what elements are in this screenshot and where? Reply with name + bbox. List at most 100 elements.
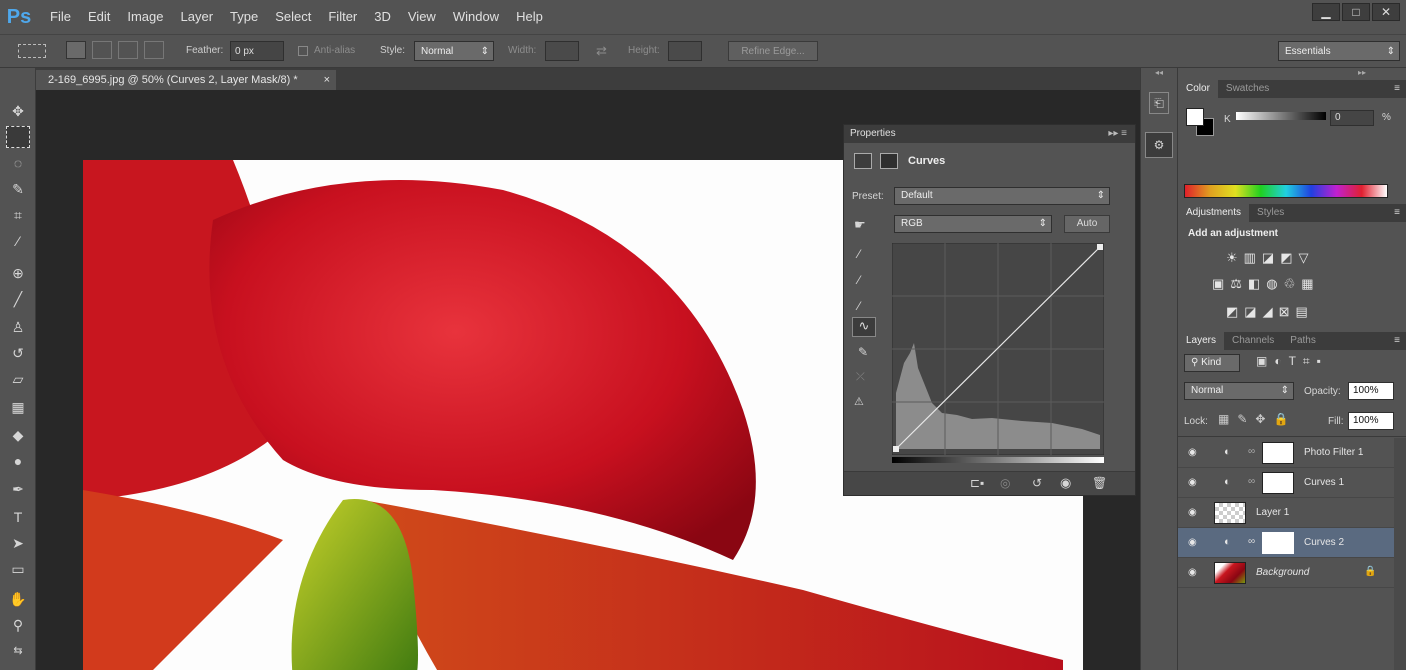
history-panel-icon[interactable]: ⎗ [1149, 92, 1169, 114]
new-selection-icon[interactable] [66, 41, 86, 59]
menu-edit[interactable]: Edit [80, 0, 119, 34]
panel-menu-icon[interactable]: ≡ [1394, 204, 1400, 222]
layers-scrollbar[interactable] [1394, 438, 1406, 670]
style-select[interactable]: Normal ⇕ [414, 41, 494, 61]
clipping-warning-icon[interactable]: ⚠ [854, 395, 864, 408]
menu-select[interactable]: Select [267, 0, 320, 34]
filter-kind-select[interactable]: ⚲ Kind [1184, 354, 1240, 372]
layer-row-photo-filter-1[interactable]: ◉ ◐ ∞ Photo Filter 1 [1178, 438, 1394, 468]
tab-color[interactable]: Color [1178, 80, 1218, 98]
layer-name[interactable]: Layer 1 [1256, 498, 1289, 528]
blur-icon[interactable]: ◆ [6, 424, 30, 446]
dodge-icon[interactable]: ● [6, 450, 30, 472]
menu-window[interactable]: Window [445, 0, 508, 34]
k-value[interactable]: 0 [1330, 110, 1374, 126]
fill-input[interactable]: 100% [1348, 412, 1394, 430]
collapse-right-icon[interactable]: ▸▸ [1358, 68, 1398, 77]
eye-icon[interactable]: ◉ [1188, 537, 1200, 548]
menu-view[interactable]: View [400, 0, 445, 34]
opacity-input[interactable]: 100% [1348, 382, 1394, 400]
move-tool-icon[interactable]: ✥ [6, 100, 30, 122]
clip-to-layer-icon[interactable]: ⊏▪ [970, 476, 984, 490]
path-select-icon[interactable]: ➤ [6, 532, 30, 554]
tab-layers[interactable]: Layers [1178, 332, 1225, 350]
eye-icon[interactable]: ◉ [1188, 567, 1200, 578]
link-icon[interactable]: ∞ [1248, 536, 1255, 547]
layer-filter-icons[interactable]: ▣◐T⌗▪ [1256, 354, 1328, 369]
feather-input[interactable]: 0 px [230, 41, 284, 61]
preset-select[interactable]: Default ⇕ [894, 187, 1110, 205]
layer-row-curves-1[interactable]: ◉ ◐ ∞ Curves 1 [1178, 468, 1394, 498]
minimize-button[interactable]: ▁ [1312, 3, 1340, 21]
layer-mask-thumbnail[interactable] [1262, 442, 1294, 464]
subtract-selection-icon[interactable] [118, 41, 138, 59]
tab-adjustments[interactable]: Adjustments [1178, 204, 1250, 222]
lasso-tool-icon[interactable]: ◌ [6, 152, 30, 174]
add-selection-icon[interactable] [92, 41, 112, 59]
reset-icon[interactable]: ↺ [1032, 476, 1042, 490]
auto-button[interactable]: Auto [1064, 215, 1110, 233]
view-previous-icon[interactable]: ◎ [1000, 476, 1010, 490]
link-icon[interactable]: ∞ [1248, 476, 1255, 487]
hand-icon[interactable]: ✋ [6, 588, 30, 610]
document-tab[interactable]: 2-169_6995.jpg @ 50% (Curves 2, Layer Ma… [36, 70, 336, 90]
menu-filter[interactable]: Filter [320, 0, 366, 34]
antialias-checkbox[interactable] [298, 46, 308, 56]
width-input[interactable] [545, 41, 579, 61]
refine-edge-button[interactable]: Refine Edge... [728, 41, 818, 61]
menu-3d[interactable]: 3D [366, 0, 400, 34]
panel-menu-icon[interactable]: ≡ [1394, 80, 1400, 98]
black-point-eyedropper-icon[interactable]: ⁄ [858, 247, 860, 261]
close-tab-icon[interactable]: × [324, 70, 330, 90]
type-icon[interactable]: T [6, 506, 30, 528]
shape-icon[interactable]: ▭ [6, 558, 30, 580]
marquee-tool-icon[interactable] [6, 126, 30, 148]
pencil-tool-icon[interactable]: ✎ [858, 345, 868, 359]
menu-type[interactable]: Type [222, 0, 267, 34]
brush-icon[interactable]: ╱ [6, 288, 30, 310]
stamp-icon[interactable]: ♙ [6, 316, 30, 338]
hand-target-icon[interactable]: ☛ [854, 217, 866, 233]
curve-point-black[interactable] [893, 446, 899, 452]
pen-icon[interactable]: ✒ [6, 478, 30, 500]
layer-mask-thumbnail[interactable] [1262, 472, 1294, 494]
smooth-icon[interactable]: ⤫ [856, 371, 865, 384]
close-button[interactable]: ✕ [1372, 3, 1400, 21]
adjustment-icons-row-2[interactable]: ▣⚖◧◍♲▦ [1212, 276, 1320, 292]
maximize-button[interactable]: □ [1342, 3, 1370, 21]
workspace-select[interactable]: Essentials ⇕ [1278, 41, 1400, 61]
curve-point-white[interactable] [1097, 244, 1103, 250]
height-input[interactable] [668, 41, 702, 61]
tab-styles[interactable]: Styles [1249, 204, 1292, 222]
tab-swatches[interactable]: Swatches [1218, 80, 1277, 98]
layer-name[interactable]: Curves 2 [1304, 528, 1344, 558]
menu-help[interactable]: Help [508, 0, 552, 34]
default-colors-icon[interactable]: ⇆ [6, 640, 30, 662]
layer-thumbnail[interactable] [1214, 562, 1246, 584]
layer-mask-thumbnail[interactable] [1262, 532, 1294, 554]
layer-mask-icon[interactable] [880, 153, 898, 169]
layer-name[interactable]: Curves 1 [1304, 468, 1344, 498]
swap-icon[interactable]: ⇄ [596, 41, 607, 61]
layer-thumbnail[interactable] [1214, 502, 1246, 524]
eye-icon[interactable]: ◉ [1188, 477, 1200, 488]
crop-icon[interactable]: ⌗ [6, 204, 30, 226]
color-spectrum[interactable] [1184, 184, 1388, 198]
eye-icon[interactable]: ◉ [1188, 507, 1200, 518]
properties-panel-icon[interactable]: ⚙ [1145, 132, 1173, 158]
adjustment-icons-row-3[interactable]: ◩◪◢⊠▤ [1226, 304, 1314, 320]
adjustment-icons-row-1[interactable]: ☀▥◪◩▽ [1226, 250, 1315, 266]
eyedropper-icon[interactable]: ⁄ [6, 230, 30, 252]
tab-channels[interactable]: Channels [1224, 332, 1282, 350]
collapse-icon[interactable]: ◂◂ [1141, 68, 1177, 78]
white-point-eyedropper-icon[interactable]: ⁄ [858, 299, 860, 313]
panel-menu-icon[interactable]: ▸▸ ≡ [1108, 125, 1127, 143]
channel-select[interactable]: RGB ⇕ [894, 215, 1052, 233]
k-slider[interactable] [1236, 112, 1326, 120]
gray-point-eyedropper-icon[interactable]: ⁄ [858, 273, 860, 287]
menu-layer[interactable]: Layer [173, 0, 223, 34]
lock-icons[interactable]: ▦✎✥🔒 [1218, 412, 1296, 426]
menu-image[interactable]: Image [119, 0, 172, 34]
eraser-icon[interactable]: ▱ [6, 368, 30, 390]
zoom-icon[interactable]: ⚲ [6, 614, 30, 636]
